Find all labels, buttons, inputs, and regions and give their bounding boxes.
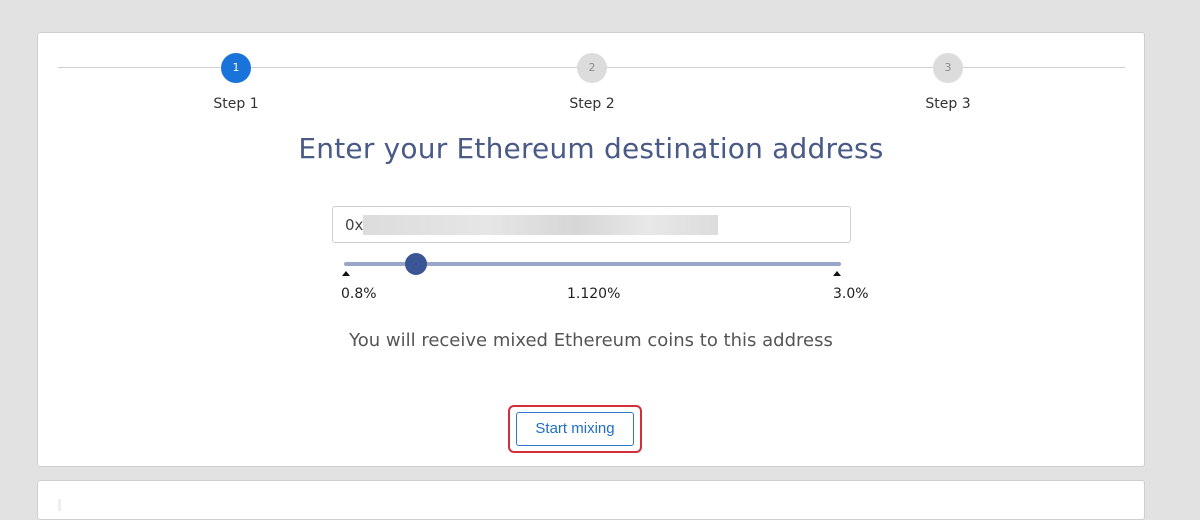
address-prefix: 0x xyxy=(345,216,364,234)
step-1-circle: 1 xyxy=(221,53,251,83)
secondary-card xyxy=(37,480,1145,520)
slider-handle[interactable] xyxy=(405,253,427,275)
page-title: Enter your Ethereum destination address xyxy=(298,132,884,165)
secondary-card-marker xyxy=(58,499,61,511)
mixer-card: 1 Step 1 2 Step 2 3 Step 3 Enter your Et… xyxy=(37,32,1145,467)
start-button-highlight: Start mixing xyxy=(508,405,642,453)
start-mixing-button[interactable]: Start mixing xyxy=(516,412,634,446)
slider-max-label: 3.0% xyxy=(833,286,869,302)
step-2-circle: 2 xyxy=(577,53,607,83)
address-input[interactable]: 0x xyxy=(332,206,851,243)
step-2-label: Step 2 xyxy=(569,96,615,112)
fee-slider[interactable] xyxy=(342,252,841,278)
step-1-label: Step 1 xyxy=(213,96,259,112)
slider-min-label: 0.8% xyxy=(341,286,377,302)
slider-max-tick xyxy=(833,271,841,276)
slider-value-label: 1.120% xyxy=(567,286,621,302)
info-text: You will receive mixed Ethereum coins to… xyxy=(349,330,833,351)
step-1: 1 Step 1 xyxy=(176,53,296,112)
slider-min-tick xyxy=(342,271,350,276)
step-2: 2 Step 2 xyxy=(532,53,652,112)
step-3-label: Step 3 xyxy=(925,96,971,112)
address-redacted xyxy=(363,215,718,235)
step-3-circle: 3 xyxy=(933,53,963,83)
step-3: 3 Step 3 xyxy=(888,53,1008,112)
